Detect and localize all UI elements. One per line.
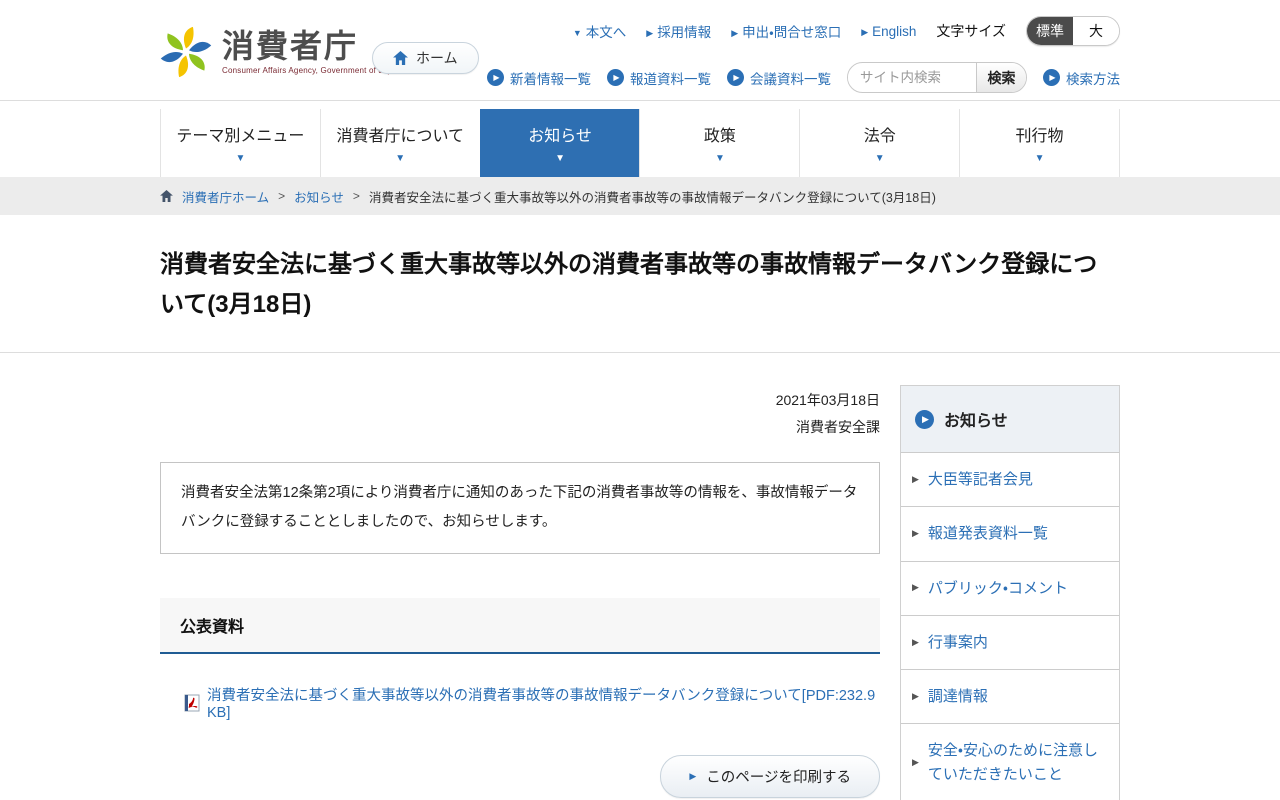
breadcrumb-separator: > [278, 189, 285, 203]
sidebar-news-menu: ▶ お知らせ ▶ 大臣等記者会見 ▶ 報道発表資料一覧 ▶ パブリック・コメント… [900, 385, 1120, 800]
right-triangle-icon: ▶ [912, 527, 919, 541]
sidebar-item-press-releases[interactable]: ▶ 報道発表資料一覧 [901, 507, 1119, 561]
right-triangle-icon: ▶ [912, 636, 919, 650]
circle-arrow-icon: ▶ [727, 69, 744, 86]
link-english[interactable]: ▶English [861, 24, 916, 39]
font-size-toggle: 標準 大 [1026, 16, 1120, 46]
right-triangle-icon: ▶ [731, 28, 738, 38]
link-to-main-content[interactable]: ▼本文へ [573, 21, 626, 41]
site-header: 消費者庁 Consumer Affairs Agency, Government… [0, 0, 1280, 100]
publish-date: 2021年03月18日 [160, 387, 880, 414]
page-title: 消費者安全法に基づく重大事故等以外の消費者事故等の事故情報データバンク登録につい… [160, 245, 1120, 324]
breadcrumb: 消費者庁ホーム > お知らせ > 消費者安全法に基づく重大事故等以外の消費者事故… [0, 177, 1280, 215]
circle-arrow-icon: ▶ [607, 69, 624, 86]
nav-item-laws[interactable]: 法令▼ [799, 109, 959, 177]
sidebar-item-events[interactable]: ▶ 行事案内 [901, 616, 1119, 670]
right-triangle-icon: ▶ [861, 27, 868, 37]
article-column: 2021年03月18日 消費者安全課 消費者安全法第12条第2項により消費者庁に… [160, 353, 880, 798]
right-triangle-icon: ▶ [689, 771, 696, 782]
site-logo[interactable]: 消費者庁 Consumer Affairs Agency, Government… [160, 26, 401, 78]
department-name: 消費者安全課 [160, 414, 880, 441]
chevron-down-icon: ▼ [875, 153, 885, 164]
pdf-file-icon [184, 694, 200, 712]
section-header-published-materials: 公表資料 [160, 598, 880, 654]
right-triangle-icon: ▶ [912, 581, 919, 595]
circle-arrow-icon: ▶ [487, 69, 504, 86]
home-icon [393, 51, 408, 65]
pdf-link-row: 消費者安全法に基づく重大事故等以外の消費者事故等の事故情報データバンク登録につい… [160, 684, 880, 721]
sidebar-header-news[interactable]: ▶ お知らせ [901, 386, 1119, 453]
main-content: 2021年03月18日 消費者安全課 消費者安全法第12条第2項により消費者庁に… [0, 353, 1280, 800]
sidebar-title: お知らせ [944, 407, 1008, 431]
sidebar-item-procurement[interactable]: ▶ 調達情報 [901, 670, 1119, 724]
home-icon [160, 190, 173, 202]
chevron-down-icon: ▼ [235, 153, 245, 164]
link-search-method[interactable]: ▶ 検索方法 [1043, 68, 1120, 88]
right-triangle-icon: ▶ [912, 473, 919, 487]
breadcrumb-section-link[interactable]: お知らせ [294, 187, 344, 206]
breadcrumb-separator: > [353, 189, 360, 203]
site-search: 検索 [847, 62, 1027, 93]
title-section: 消費者安全法に基づく重大事故等以外の消費者事故等の事故情報データバンク登録につい… [0, 215, 1280, 353]
font-size-large-button[interactable]: 大 [1073, 17, 1119, 45]
nav-item-theme-menu[interactable]: テーマ別メニュー▼ [160, 109, 320, 177]
chevron-down-icon: ▼ [555, 153, 565, 164]
search-input[interactable] [848, 70, 976, 85]
global-navigation: テーマ別メニュー▼ 消費者庁について▼ お知らせ▼ 政策▼ 法令▼ 刊行物▼ [0, 100, 1280, 177]
caa-pinwheel-logo-icon [160, 26, 212, 78]
right-triangle-icon: ▶ [912, 756, 919, 770]
article-meta: 2021年03月18日 消費者安全課 [160, 387, 880, 440]
link-recruit[interactable]: ▶採用情報 [646, 21, 711, 41]
down-triangle-icon: ▼ [573, 28, 582, 38]
circle-arrow-icon: ▶ [915, 410, 934, 429]
print-button-label: このページを印刷する [706, 766, 851, 787]
link-whats-new-list[interactable]: ▶ 新着情報一覧 [487, 68, 591, 88]
chevron-down-icon: ▼ [715, 153, 725, 164]
print-page-button[interactable]: ▶ このページを印刷する [660, 755, 880, 798]
chevron-down-icon: ▼ [1035, 153, 1045, 164]
breadcrumb-current-page: 消費者安全法に基づく重大事故等以外の消費者事故等の事故情報データバンク登録につい… [369, 187, 936, 206]
print-button-row: ▶ このページを印刷する [160, 755, 880, 798]
nav-item-policy[interactable]: 政策▼ [639, 109, 799, 177]
right-triangle-icon: ▶ [646, 28, 653, 38]
link-meeting-materials-list[interactable]: ▶ 会議資料一覧 [727, 68, 831, 88]
home-button[interactable]: ホーム [372, 42, 479, 74]
circle-arrow-icon: ▶ [1043, 69, 1060, 86]
notice-text-box: 消費者安全法第12条第2項により消費者庁に通知のあった下記の消費者事故等の情報を… [160, 462, 880, 554]
quick-links-row: ▶ 新着情報一覧 ▶ 報道資料一覧 ▶ 会議資料一覧 検索 ▶ 検索方法 [487, 62, 1120, 93]
sidebar-item-public-comments[interactable]: ▶ パブリック・コメント [901, 562, 1119, 616]
nav-item-about[interactable]: 消費者庁について▼ [320, 109, 480, 177]
breadcrumb-home-link[interactable]: 消費者庁ホーム [182, 187, 269, 206]
sidebar-item-safety-cautions[interactable]: ▶ 安全・安心のために注意していただきたいこと [901, 724, 1119, 800]
font-size-standard-button[interactable]: 標準 [1027, 17, 1073, 45]
right-triangle-icon: ▶ [912, 690, 919, 704]
chevron-down-icon: ▼ [395, 153, 405, 164]
search-button[interactable]: 検索 [976, 63, 1026, 92]
utility-links-row: ▼本文へ ▶採用情報 ▶申出・問合せ窓口 ▶English 文字サイズ 標準 大 [573, 16, 1120, 46]
nav-item-publications[interactable]: 刊行物▼ [959, 109, 1120, 177]
font-size-label: 文字サイズ [936, 21, 1006, 41]
link-press-materials-list[interactable]: ▶ 報道資料一覧 [607, 68, 711, 88]
home-button-label: ホーム [416, 48, 458, 68]
sidebar-item-press-conferences[interactable]: ▶ 大臣等記者会見 [901, 453, 1119, 507]
link-inquiry[interactable]: ▶申出・問合せ窓口 [731, 21, 841, 41]
nav-item-news[interactable]: お知らせ▼ [480, 109, 640, 177]
pdf-document-link[interactable]: 消費者安全法に基づく重大事故等以外の消費者事故等の事故情報データバンク登録につい… [207, 684, 880, 721]
